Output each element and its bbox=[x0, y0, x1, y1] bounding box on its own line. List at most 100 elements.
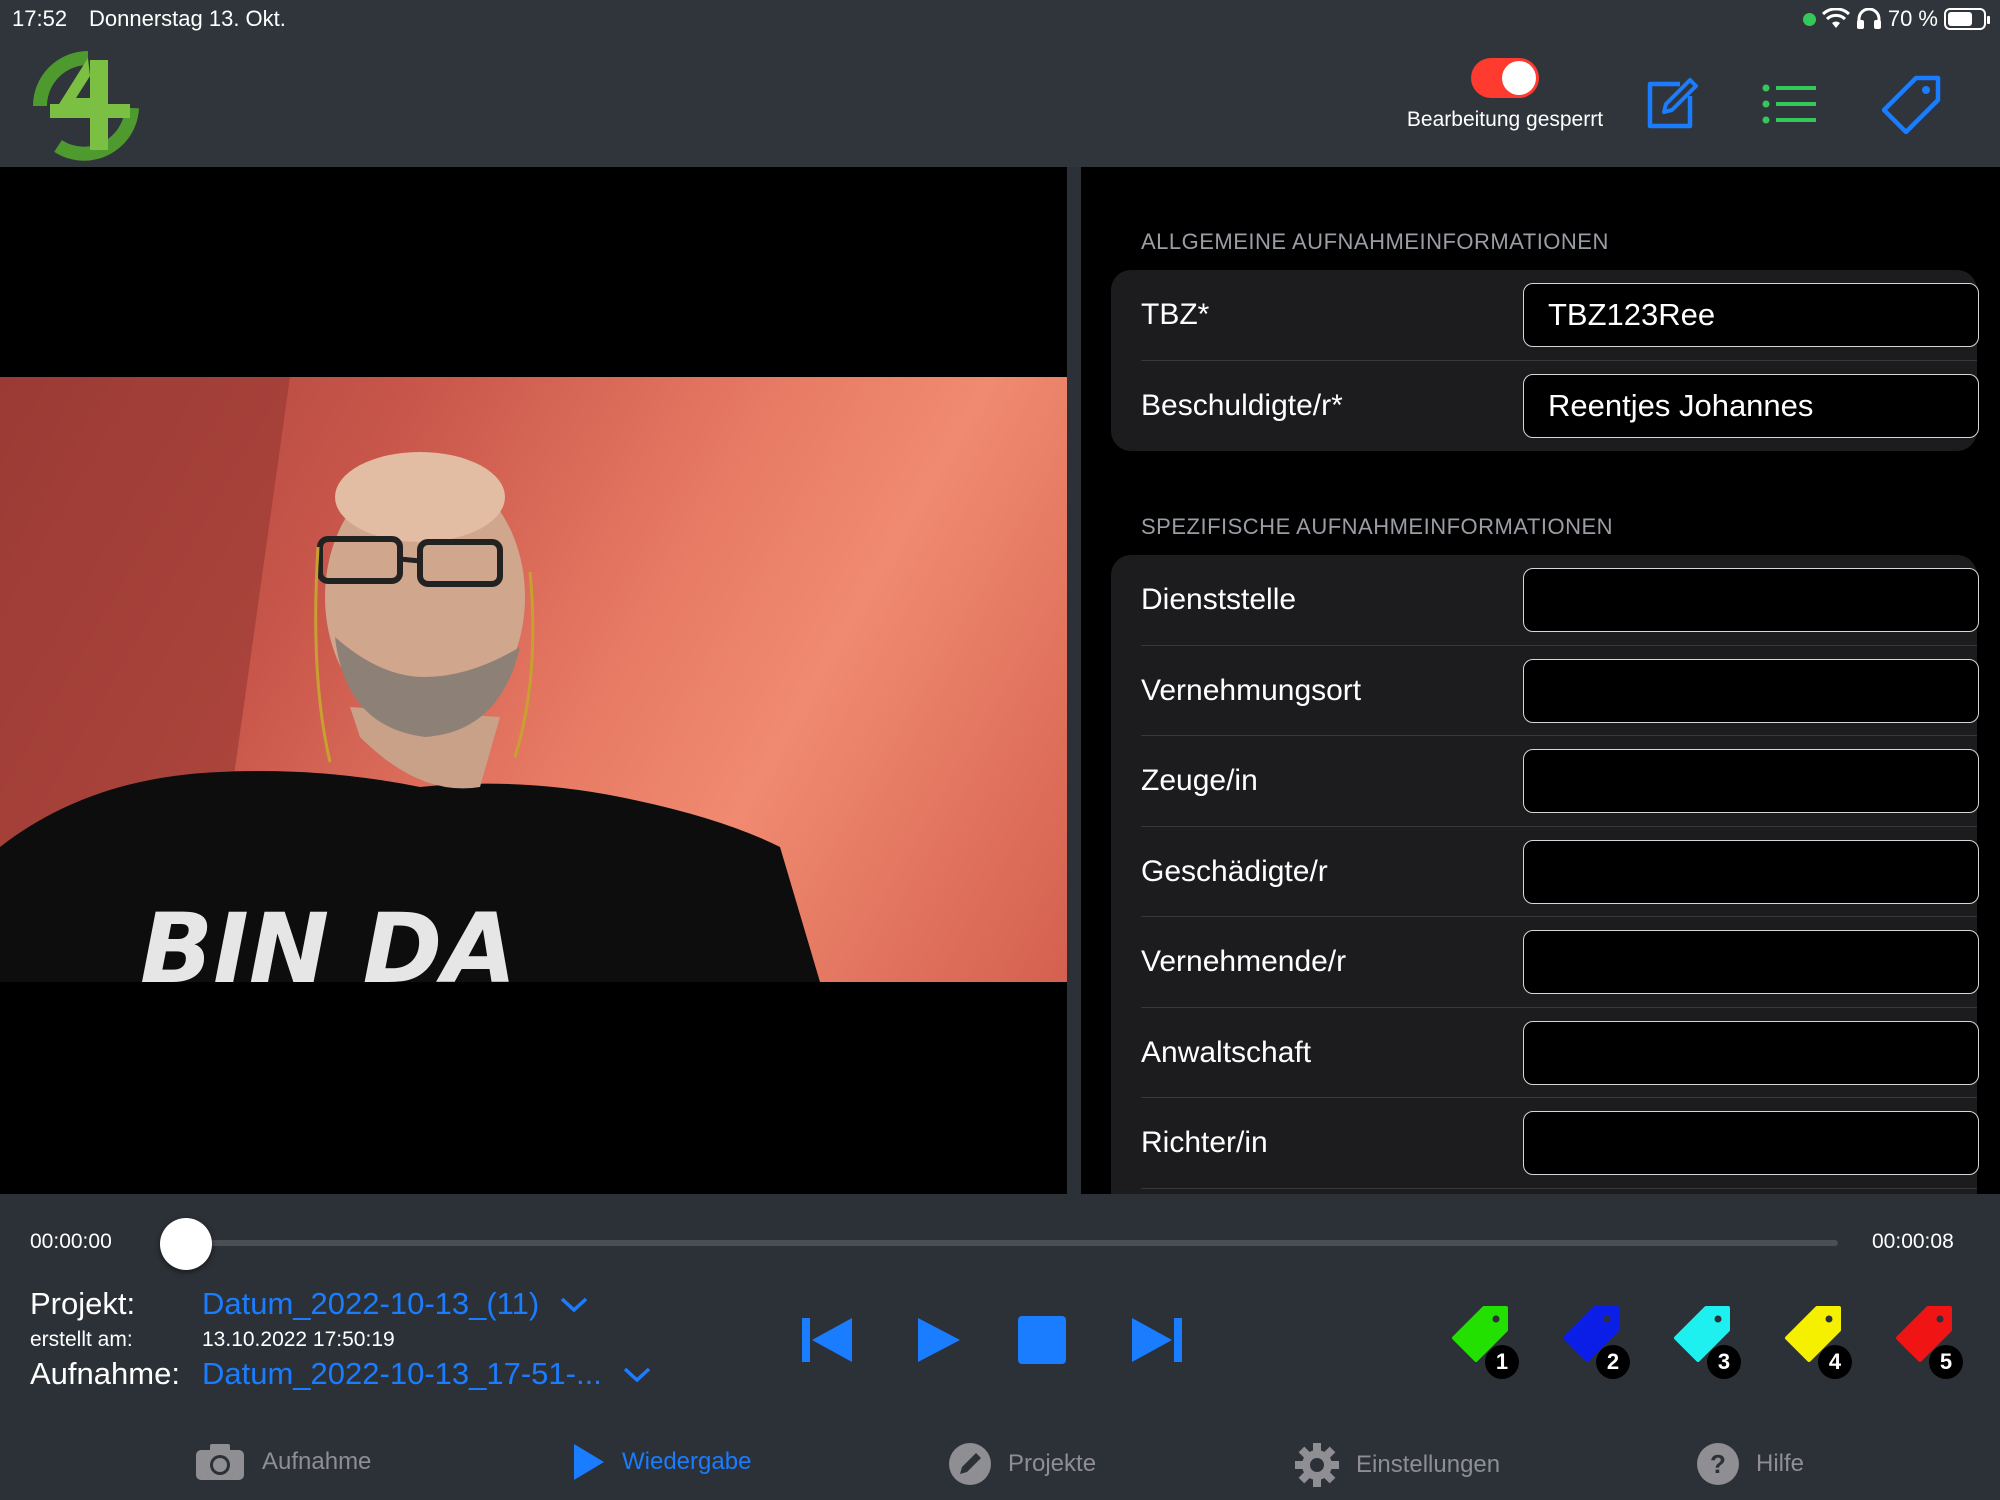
tag-icon[interactable] bbox=[1882, 74, 1942, 134]
projekt-selector[interactable]: Datum_2022-10-13_(11) bbox=[202, 1286, 589, 1322]
aufnahme-chevron-down-icon[interactable] bbox=[622, 1364, 652, 1384]
video-player[interactable]: BIN DA bbox=[0, 167, 1067, 1194]
headphones-icon bbox=[1856, 8, 1881, 29]
specific-field-row: Dienststelle bbox=[1111, 555, 1979, 646]
tab-hilfe[interactable]: ? Hilfe bbox=[1696, 1442, 1804, 1486]
erstellt-value: 13.10.2022 17:50:19 bbox=[202, 1328, 395, 1351]
svg-text:1: 1 bbox=[1496, 1349, 1508, 1374]
status-time: 17:52 bbox=[12, 6, 68, 31]
list-icon[interactable] bbox=[1760, 74, 1820, 134]
wifi-icon bbox=[1821, 8, 1850, 28]
tab-projekte[interactable]: Projekte bbox=[948, 1442, 1096, 1486]
specific-field-label: Anwaltschaft bbox=[1141, 1035, 1312, 1069]
edit-icon[interactable] bbox=[1640, 74, 1700, 134]
general-field-label: Beschuldigte/r* bbox=[1141, 388, 1343, 422]
specific-field-label: Zeuge/in bbox=[1141, 764, 1258, 798]
specific-field-input[interactable] bbox=[1523, 1111, 1979, 1176]
specific-field-label: Geschädigte/r bbox=[1141, 854, 1328, 888]
marker-tag-4-icon[interactable]: 4 bbox=[1777, 1302, 1857, 1382]
specific-field-label: Vernehmende/r bbox=[1141, 945, 1347, 979]
privacy-indicator-icon bbox=[1802, 12, 1816, 26]
play-icon bbox=[572, 1442, 606, 1482]
edit-lock-toggle[interactable] bbox=[1471, 58, 1539, 98]
projekt-chevron-down-icon[interactable] bbox=[559, 1294, 589, 1314]
general-field-input[interactable]: TBZ123Ree bbox=[1523, 283, 1979, 348]
svg-text:4: 4 bbox=[1829, 1349, 1842, 1374]
total-time: 00:00:08 bbox=[1872, 1230, 1954, 1253]
pencil-icon bbox=[948, 1442, 992, 1486]
svg-text:?: ? bbox=[1710, 1449, 1726, 1479]
video-frame: BIN DA bbox=[0, 377, 1067, 982]
specific-field-row: Anwaltschaft bbox=[1111, 1008, 1979, 1098]
camera-icon bbox=[194, 1442, 246, 1482]
aufnahme-value[interactable]: Datum_2022-10-13_17-51-... bbox=[202, 1356, 602, 1392]
projekt-value[interactable]: Datum_2022-10-13_(11) bbox=[202, 1286, 539, 1322]
battery-icon bbox=[1944, 8, 1990, 30]
skip-back-icon[interactable] bbox=[798, 1310, 858, 1370]
marker-tag-2-icon[interactable]: 2 bbox=[1555, 1302, 1635, 1382]
app-logo-icon bbox=[33, 51, 139, 161]
tab-label: Einstellungen bbox=[1356, 1451, 1501, 1478]
general-section-title: ALLGEMEINE AUFNAHMEINFORMATIONEN bbox=[1141, 229, 1609, 254]
tab-label: Projekte bbox=[1008, 1450, 1097, 1477]
specific-field-input[interactable] bbox=[1523, 658, 1979, 723]
specific-field-input[interactable] bbox=[1523, 749, 1979, 814]
play-icon[interactable] bbox=[908, 1310, 968, 1370]
status-bar: 17:52 Donnerstag 13. Okt. 70 % bbox=[0, 0, 2000, 36]
playback-scrubber-track[interactable] bbox=[186, 1240, 1838, 1246]
svg-text:2: 2 bbox=[1607, 1349, 1619, 1374]
shirt-print: BIN DA bbox=[140, 893, 517, 982]
specific-field-row: Zeuge/in bbox=[1111, 736, 1979, 827]
specific-field-row: Vernehmende/r bbox=[1111, 917, 1979, 1008]
video-scene-image: BIN DA bbox=[0, 377, 820, 982]
tab-aufnahme[interactable]: Aufnahme bbox=[194, 1442, 371, 1482]
aufnahme-label: Aufnahme: bbox=[30, 1356, 180, 1391]
specific-field-input[interactable] bbox=[1523, 1020, 1979, 1085]
stop-icon[interactable] bbox=[1012, 1310, 1072, 1370]
general-field-label: TBZ* bbox=[1141, 298, 1210, 332]
projekt-label: Projekt: bbox=[30, 1286, 136, 1321]
specific-info-group: Dienststelle Vernehmungsort Zeuge/in Geschä… bbox=[1111, 555, 1979, 1194]
specific-field-label: Vernehmungsort bbox=[1141, 673, 1362, 707]
split-divider[interactable] bbox=[1067, 167, 1081, 1194]
edit-lock-label: Bearbeitung gesperrt bbox=[1406, 108, 1604, 131]
specific-section-title: SPEZIFISCHE AUFNAHMEINFORMATIONEN bbox=[1141, 514, 1614, 539]
tab-label: Hilfe bbox=[1756, 1450, 1805, 1477]
specific-field-label: Dienststelle bbox=[1141, 583, 1297, 617]
erstellt-label: erstellt am: bbox=[30, 1328, 133, 1351]
general-info-group: TBZ* TBZ123Ree Beschuldigte/r* Reentjes Joh… bbox=[1111, 270, 1979, 452]
tab-einstellungen[interactable]: Einstellungen bbox=[1294, 1442, 1500, 1488]
general-field-input[interactable]: Reentjes Johannes bbox=[1523, 373, 1979, 438]
app-header: Bearbeitung gesperrt bbox=[0, 36, 2000, 167]
skip-forward-icon[interactable] bbox=[1126, 1310, 1186, 1370]
tab-wiedergabe[interactable]: Wiedergabe bbox=[572, 1442, 751, 1482]
aufnahme-selector[interactable]: Datum_2022-10-13_17-51-... bbox=[202, 1356, 652, 1392]
playback-panel: 00:00:00 00:00:08 Projekt: Datum_2022-10… bbox=[0, 1194, 2000, 1500]
specific-field-row: Vernehmungsort bbox=[1111, 646, 1979, 736]
specific-field-row: Richter/in bbox=[1111, 1098, 1979, 1189]
specific-field-input[interactable] bbox=[1523, 839, 1979, 904]
status-right: 70 % bbox=[1802, 6, 1990, 32]
svg-text:5: 5 bbox=[1940, 1349, 1952, 1374]
playback-scrubber-thumb[interactable] bbox=[160, 1218, 212, 1270]
specific-field-input[interactable] bbox=[1523, 568, 1979, 633]
gear-icon bbox=[1294, 1442, 1340, 1488]
general-field-row: TBZ* TBZ123Ree bbox=[1111, 270, 1979, 361]
specific-field-row: Geschädigte/r bbox=[1111, 827, 1979, 917]
specific-field-input[interactable] bbox=[1523, 930, 1979, 995]
marker-tag-5-icon[interactable]: 5 bbox=[1888, 1302, 1968, 1382]
recording-info-panel[interactable]: ALLGEMEINE AUFNAHMEINFORMATIONEN TBZ* TBZ… bbox=[1081, 167, 2000, 1194]
svg-text:3: 3 bbox=[1718, 1349, 1730, 1374]
marker-tag-1-icon[interactable]: 1 bbox=[1444, 1302, 1524, 1382]
tab-bar: Aufnahme Wiedergabe Projekte Einstellungen?… bbox=[0, 1430, 2000, 1500]
general-field-row: Beschuldigte/r* Reentjes Johannes bbox=[1111, 361, 1979, 452]
marker-tag-3-icon[interactable]: 3 bbox=[1666, 1302, 1746, 1382]
tab-label: Wiedergabe bbox=[622, 1448, 752, 1475]
current-time: 00:00:00 bbox=[30, 1230, 112, 1253]
tab-label: Aufnahme bbox=[262, 1448, 372, 1475]
help-icon: ? bbox=[1696, 1442, 1740, 1486]
specific-field-label: Richter/in bbox=[1141, 1126, 1268, 1160]
status-date: Donnerstag 13. Okt. bbox=[89, 6, 286, 31]
edit-lock-control: Bearbeitung gesperrt bbox=[1390, 58, 1620, 132]
battery-percent: 70 % bbox=[1887, 6, 1938, 31]
